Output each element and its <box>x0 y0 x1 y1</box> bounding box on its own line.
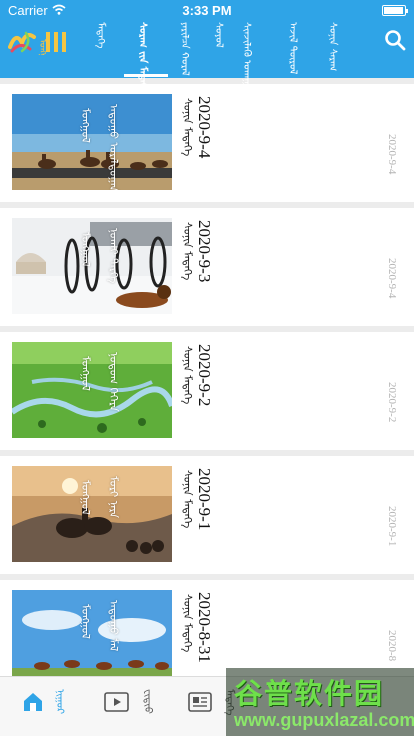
tabbar-item-home[interactable]: ᠨᠢᠭᠤᠷ <box>22 687 72 727</box>
thumbnail-caption: ᠮᠣᠷᠢ ᠨᠠᠷᠠ <box>107 476 120 518</box>
thumbnail-caption: ᠮᠣᠩᠭᠣᠯ <box>79 232 92 267</box>
article-subtitle: ᠰᠣᠨᠢᠨ ᠮᠡᠳᠡᠭᠡ <box>181 346 194 405</box>
tab-magazine[interactable]: ᠰᠣᠨᠢᠨ ᠰᠠᠷᠠᠭ <box>318 20 352 76</box>
tab-label: ᠰᠣᠶᠣᠯ <box>213 22 224 48</box>
tab-science[interactable]: ᠰᠢᠨᠵᠢᠯᠡᠬᠦ ᠤᠬᠠᠭᠠᠨ <box>232 20 266 92</box>
video-icon <box>104 692 129 712</box>
active-tab-indicator <box>124 74 168 77</box>
article-thumbnail: ᠮᠣᠩᠭᠣᠯ ᠠᠳᠤᠭᠤ ᠤᠷᠠᠯᠳᠤᠭᠠᠨ <box>12 94 172 190</box>
thumbnail-caption: ᠨᠣᠬᠠᠢ ᠲᠡᠷᠭᠡ <box>107 228 120 284</box>
article-title: 2020-8-31 <box>195 592 214 663</box>
tab-latest-news[interactable]: ᠰᠤᠷᠠᠭ ᠵᠢᠨ ᠮᠡᠳᠡᠭᠡ <box>128 20 162 93</box>
home-icon <box>24 693 42 711</box>
article-date: 2020-8 <box>386 630 398 662</box>
tab-label: ᠰᠢᠨᠵᠢᠯᠡᠬᠦ ᠤᠬᠠᠭᠠᠨ <box>241 22 252 93</box>
app-logo[interactable]: ᠮᠣᠩᠭᠣᠯ <box>8 29 74 55</box>
tabbar-item-video[interactable]: ᠸᠢᠳᠢᠣ <box>104 687 154 727</box>
article-subtitle: ᠰᠣᠨᠢᠨ ᠮᠡᠳᠡᠭᠡ <box>181 594 194 653</box>
article-title: 2020-9-3 <box>195 220 214 283</box>
article-date: 2020-9-1 <box>386 506 398 547</box>
article-title: 2020-9-2 <box>195 344 214 407</box>
article-date: 2020-9-4 <box>386 258 398 299</box>
article-thumbnail: ᠮᠣᠩᠭᠣᠯ ᠨᠤᠲᠤᠭ ᠬᠡᠭᠡᠷᠡ <box>12 342 172 438</box>
article-date: 2020-9-2 <box>386 382 398 423</box>
article-title: 2020-9-4 <box>195 96 214 159</box>
article-card[interactable]: ᠮᠣᠩᠭᠣᠯ ᠮᠣᠷᠢ ᠨᠠᠷᠠ 2020-9-1 ᠰᠣᠨᠢᠨ ᠮᠡᠳᠡᠭᠡ 2… <box>0 456 414 574</box>
watermark-url: www.gupuxlazal.com <box>234 710 414 730</box>
tab-work[interactable]: ᠠᠵᠢᠯ ᠲᠥᠷᠥᠯ <box>278 20 312 76</box>
article-thumbnail: ᠮᠣᠩᠭᠣᠯ ᠮᠣᠷᠢ ᠨᠠᠷᠠ <box>12 466 172 562</box>
article-title: 2020-9-1 <box>195 468 214 531</box>
tabbar-label: ᠸᠢᠳᠢᠣ <box>142 689 153 714</box>
thumbnail-caption: ᠮᠣᠩᠭᠣᠯ <box>79 108 92 143</box>
article-subtitle: ᠰᠣᠨᠢᠨ ᠮᠡᠳᠡᠭᠡ <box>181 98 194 157</box>
watermark: 谷普软件园 www.gupuxlazal.com <box>226 668 414 736</box>
news-icon <box>188 692 212 712</box>
tab-label: ᠠᠵᠢᠯ ᠲᠥᠷᠥᠯ <box>287 22 298 75</box>
watermark-text: 谷普软件园 <box>234 677 385 710</box>
article-card[interactable]: ᠮᠣᠩᠭᠣᠯ ᠠᠳᠤᠭᠤ ᠤᠷᠠᠯᠳᠤᠭᠠᠨ 2020-9-4 ᠰᠣᠨᠢᠨ ᠮᠡ… <box>0 84 414 202</box>
status-time: 3:33 PM <box>182 3 232 18</box>
thumbnail-caption: ᠠᠳᠤᠭᠤ ᠤᠷᠠᠯᠳᠤᠭᠠᠨ <box>107 104 120 190</box>
tab-interview[interactable]: ᠶᠠᠷᠢᠯᠴᠠ ᠬᠣᠷᠠᠯ <box>170 20 204 76</box>
article-date: 2020-9-4 <box>386 134 398 175</box>
thumbnail-caption: ᠮᠣᠩᠭᠣᠯ <box>79 356 92 391</box>
thumbnail-caption: ᠮᠣᠩᠭᠣᠯ <box>79 480 92 515</box>
tab-label: ᠶᠠᠷᠢᠯᠴᠠ ᠬᠣᠷᠠᠯ <box>179 22 190 76</box>
tabbar-label: ᠨᠢᠭᠤᠷ <box>54 689 65 714</box>
tab-label: ᠮᠡᠳᠡᠭᠡ <box>95 22 106 49</box>
search-icon[interactable] <box>384 29 406 51</box>
article-thumbnail: ᠮᠣᠩᠭᠣᠯ ᠠᠳᠤᠭᠤ ᠮᠠᠯ <box>12 590 172 686</box>
tab-news[interactable]: ᠮᠡᠳᠡᠭᠡ <box>86 20 120 76</box>
article-card[interactable]: ᠮᠣᠩᠭᠣᠯ ᠨᠤᠲᠤᠭ ᠬᠡᠭᠡᠷᠡ 2020-9-2 ᠰᠣᠨᠢᠨ ᠮᠡᠳᠡᠭ… <box>0 332 414 450</box>
thumbnail-caption: ᠠᠳᠤᠭᠤ ᠮᠠᠯ <box>107 600 120 652</box>
thumbnail-caption: ᠮᠣᠩᠭᠣᠯ <box>79 604 92 639</box>
article-subtitle: ᠰᠣᠨᠢᠨ ᠮᠡᠳᠡᠭᠡ <box>181 222 194 281</box>
battery-icon <box>382 5 408 16</box>
article-subtitle: ᠰᠣᠨᠢᠨ ᠮᠡᠳᠡᠭᠡ <box>181 470 194 529</box>
article-card[interactable]: ᠮᠣᠩᠭᠣᠯ ᠨᠣᠬᠠᠢ ᠲᠡᠷᠭᠡ 2020-9-3 ᠰᠣᠨᠢᠨ ᠮᠡᠳᠡᠭᠡ… <box>0 208 414 326</box>
thumbnail-caption: ᠨᠤᠲᠤᠭ ᠬᠡᠭᠡᠷᠡ <box>107 352 120 412</box>
app-header: Carrier 3:33 PM ᠮᠣᠩᠭᠣᠯ ᠮᠡᠳᠡᠭᠡ ᠰᠤᠷᠠᠭ ᠵᠢᠨ … <box>0 0 414 93</box>
status-bar: Carrier 3:33 PM <box>0 0 414 20</box>
tab-label: ᠰᠣᠨᠢᠨ ᠰᠠᠷᠠᠭ <box>327 22 338 72</box>
tab-label: ᠰᠤᠷᠠᠭ ᠵᠢᠨ ᠮᠡᠳᠡᠭᠡ <box>137 22 148 94</box>
article-thumbnail: ᠮᠣᠩᠭᠣᠯ ᠨᠣᠬᠠᠢ ᠲᠡᠷᠭᠡ <box>12 218 172 314</box>
